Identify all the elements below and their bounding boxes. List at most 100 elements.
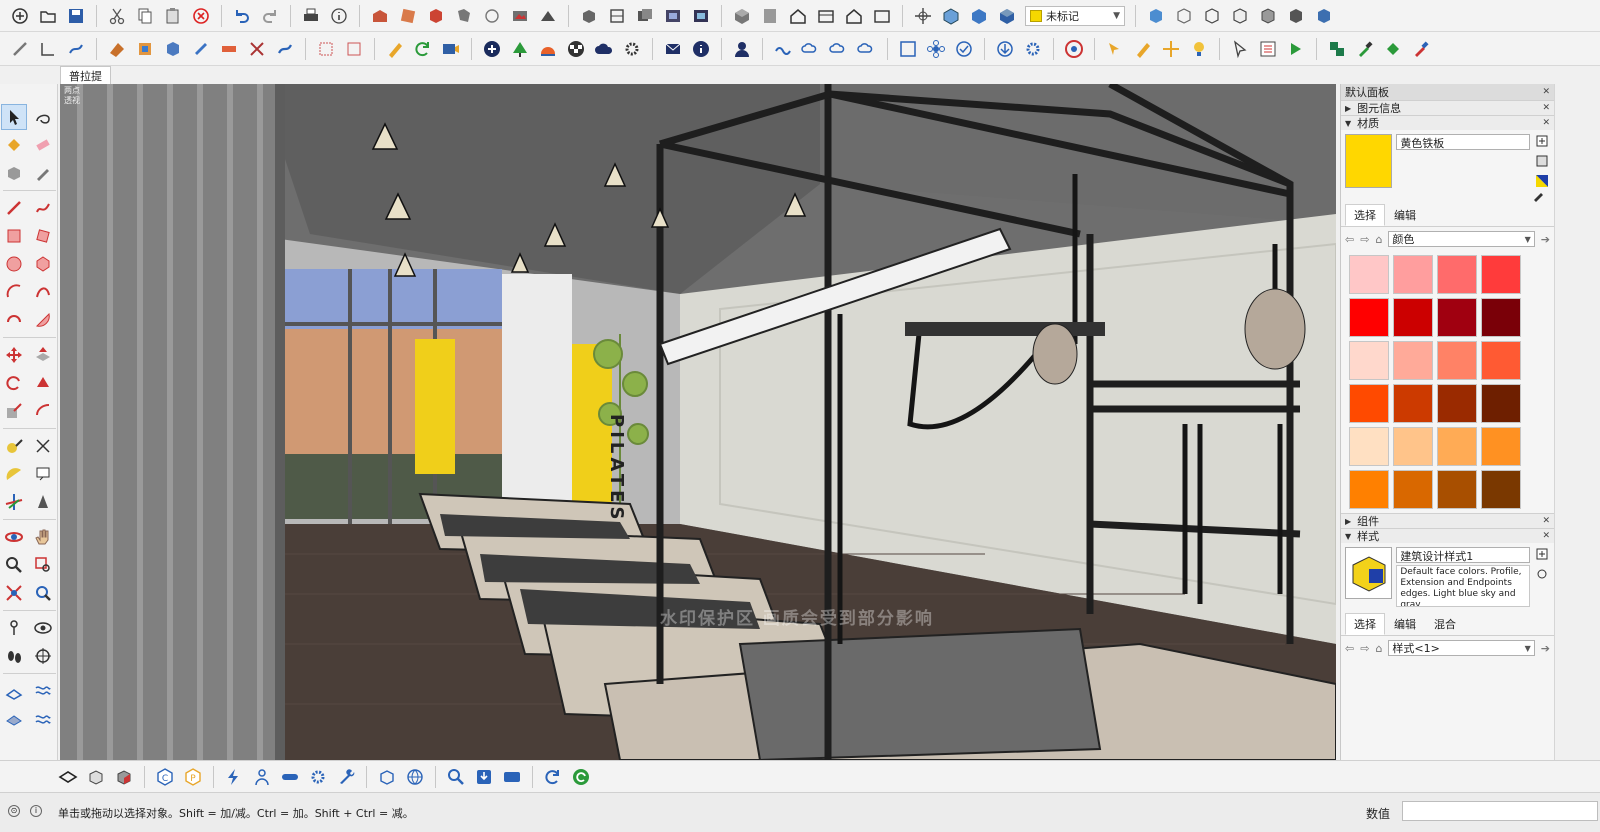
rotated-rectangle-icon[interactable] — [30, 223, 56, 249]
color-swatch[interactable] — [1481, 427, 1521, 466]
layer-view-icon[interactable] — [56, 765, 80, 789]
list-window-icon[interactable] — [1256, 37, 1280, 61]
back-view-icon[interactable] — [842, 4, 866, 28]
p-badge-icon[interactable]: P — [181, 765, 205, 789]
pencil-line-icon[interactable] — [1, 195, 27, 221]
forward-arrow-icon[interactable]: ⇨ — [1360, 233, 1369, 246]
line-tool-icon[interactable] — [8, 37, 32, 61]
tree-icon[interactable] — [508, 37, 532, 61]
pencil-plug-icon[interactable] — [1131, 37, 1155, 61]
tag-select[interactable]: 未标记 ▼ — [1025, 5, 1125, 26]
offset-icon[interactable] — [30, 398, 56, 424]
zoom-extents-icon[interactable] — [1, 580, 27, 606]
tape-measure-icon[interactable] — [1, 433, 27, 459]
cube-outline-icon[interactable] — [375, 765, 399, 789]
wrench-icon[interactable] — [334, 765, 358, 789]
walk-icon[interactable] — [1, 643, 27, 669]
color-swatch[interactable] — [1481, 298, 1521, 337]
forward-arrow-icon[interactable]: ⇨ — [1360, 642, 1369, 655]
eyedropper-icon[interactable] — [1353, 37, 1377, 61]
color-swatch[interactable] — [1481, 341, 1521, 380]
sandbox-smoove-icon[interactable] — [30, 706, 56, 732]
tray-scrollbar[interactable] — [1554, 84, 1568, 760]
sunset-icon[interactable] — [536, 37, 560, 61]
look-around-icon[interactable] — [30, 615, 56, 641]
pan-hand-icon[interactable] — [30, 524, 56, 550]
tab-style-select[interactable]: 选择 — [1345, 613, 1385, 635]
style-library-select[interactable]: 样式<1> ▼ — [1388, 640, 1535, 656]
print-icon[interactable] — [299, 4, 323, 28]
details-arrow-icon[interactable]: ➔ — [1541, 233, 1550, 246]
info-icon[interactable] — [689, 37, 713, 61]
cut-icon[interactable] — [105, 4, 129, 28]
tab-style-mix[interactable]: 混合 — [1425, 613, 1465, 635]
select-box-icon[interactable] — [314, 37, 338, 61]
sandbox-contours-icon[interactable] — [30, 678, 56, 704]
color-swatch[interactable] — [1349, 470, 1389, 509]
plugin-4-icon[interactable] — [189, 37, 213, 61]
model-info-icon[interactable] — [327, 4, 351, 28]
back-arrow-icon[interactable]: ⇦ — [1345, 233, 1354, 246]
rotate-icon[interactable] — [1, 370, 27, 396]
close-icon[interactable]: ✕ — [1542, 531, 1550, 541]
lasso-tool-icon[interactable] — [30, 104, 56, 130]
cloud-search-icon[interactable] — [799, 37, 823, 61]
plugin-7-icon[interactable] — [273, 37, 297, 61]
cloud-link-icon[interactable] — [771, 37, 795, 61]
cloud-upload-icon[interactable] — [592, 37, 616, 61]
sandbox-scratch-icon[interactable] — [1, 706, 27, 732]
new-material-icon[interactable] — [1535, 134, 1549, 148]
update-icon[interactable] — [569, 765, 593, 789]
3d-text-icon[interactable] — [30, 489, 56, 515]
refresh-icon[interactable] — [411, 37, 435, 61]
color-swatch[interactable] — [1437, 255, 1477, 294]
new-file-icon[interactable] — [8, 4, 32, 28]
color-swatch[interactable] — [1349, 341, 1389, 380]
save-icon[interactable] — [64, 4, 88, 28]
select-crossing-icon[interactable] — [342, 37, 366, 61]
dimension-icon[interactable] — [36, 37, 60, 61]
color-swatch[interactable] — [1349, 427, 1389, 466]
camera-icon[interactable] — [439, 37, 463, 61]
zoom-icon[interactable] — [1, 552, 27, 578]
plugin-5-icon[interactable] — [217, 37, 241, 61]
left-view-icon[interactable] — [870, 4, 894, 28]
download-circle-icon[interactable] — [993, 37, 1017, 61]
add-location-icon[interactable] — [508, 4, 532, 28]
color-swatch[interactable] — [1393, 470, 1433, 509]
color-swatch[interactable] — [1393, 255, 1433, 294]
zoom-window-icon[interactable] — [896, 37, 920, 61]
plugin-1-icon[interactable] — [105, 37, 129, 61]
settings-gear-icon[interactable] — [620, 37, 644, 61]
color-swatch[interactable] — [1437, 298, 1477, 337]
orbit-icon[interactable] — [1, 524, 27, 550]
color-swatch[interactable] — [1349, 384, 1389, 423]
pointer-icon[interactable] — [1228, 37, 1252, 61]
color-swatch[interactable] — [1437, 341, 1477, 380]
align-icon[interactable] — [1325, 37, 1349, 61]
share-model-icon[interactable] — [396, 4, 420, 28]
color-swatch[interactable] — [1437, 427, 1477, 466]
undo-icon[interactable] — [230, 4, 254, 28]
follow-me-icon[interactable] — [64, 37, 88, 61]
paint-bucket-icon[interactable] — [1, 132, 27, 158]
move-axis-icon[interactable] — [1159, 37, 1183, 61]
dimensions-icon[interactable] — [30, 433, 56, 459]
polygon-icon[interactable] — [30, 251, 56, 277]
components-3d-icon[interactable] — [424, 4, 448, 28]
style-textures-icon[interactable] — [1284, 4, 1308, 28]
xray-icon[interactable] — [911, 4, 935, 28]
circle-icon[interactable] — [1, 251, 27, 277]
outliner-icon[interactable] — [661, 4, 685, 28]
color-swatch[interactable] — [1349, 298, 1389, 337]
scale-icon[interactable] — [1, 398, 27, 424]
lightning-icon[interactable] — [222, 765, 246, 789]
section-plane-tool-icon[interactable] — [30, 643, 56, 669]
gear-blue-icon[interactable] — [306, 765, 330, 789]
tab-material-select[interactable]: 选择 — [1345, 204, 1385, 226]
box-view-icon[interactable] — [84, 765, 108, 789]
style-monochrome-icon[interactable] — [1312, 4, 1336, 28]
plugin-3-icon[interactable] — [161, 37, 185, 61]
previous-view-icon[interactable] — [30, 580, 56, 606]
model-viewport[interactable]: 两点 透视 PILATES 水印保护区 画质会受到部分影响 — [60, 84, 1336, 760]
